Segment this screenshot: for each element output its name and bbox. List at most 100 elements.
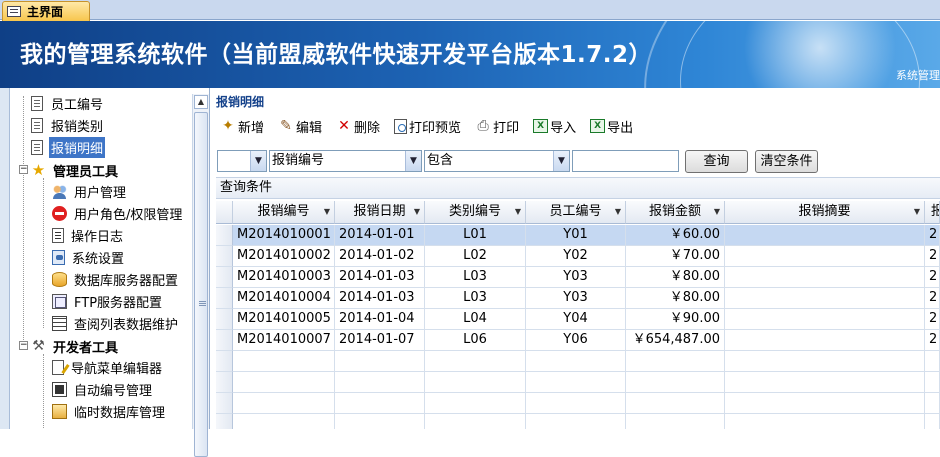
empty-cell[interactable]: [526, 372, 626, 393]
sidebar-scrollbar[interactable]: ▲: [192, 94, 209, 457]
table-cell[interactable]: 2: [925, 309, 940, 330]
empty-cell[interactable]: [725, 372, 925, 393]
navigation-pane-strip[interactable]: [0, 88, 10, 429]
row-selector[interactable]: [216, 393, 233, 414]
sidebar-item-ftp-config[interactable]: FTP服务器配置: [52, 291, 164, 311]
column-header[interactable]: 员工编号 ▼: [526, 201, 626, 224]
table-cell[interactable]: M2014010007: [233, 330, 335, 351]
row-selector[interactable]: [216, 309, 233, 330]
table-cell[interactable]: 2014-01-04: [335, 309, 425, 330]
empty-cell[interactable]: [233, 393, 335, 414]
logic-select[interactable]: ▼: [217, 150, 267, 172]
row-selector[interactable]: [216, 372, 233, 393]
table-cell[interactable]: [725, 330, 925, 351]
table-cell[interactable]: [725, 309, 925, 330]
column-header[interactable]: 类别编号 ▼: [425, 201, 526, 224]
dropdown-arrow-icon[interactable]: ▼: [515, 201, 521, 223]
dropdown-arrow-icon[interactable]: ▼: [414, 201, 420, 223]
empty-cell[interactable]: [626, 393, 725, 414]
table-cell[interactable]: M2014010002: [233, 246, 335, 267]
empty-cell[interactable]: [626, 414, 725, 429]
operator-select[interactable]: 包含 ▼: [424, 150, 570, 172]
empty-cell[interactable]: [526, 351, 626, 372]
table-cell[interactable]: ￥654,487.00: [626, 330, 725, 351]
table-cell[interactable]: L06: [425, 330, 526, 351]
table-cell[interactable]: L02: [425, 246, 526, 267]
table-cell[interactable]: L03: [425, 267, 526, 288]
row-selector[interactable]: [216, 351, 233, 372]
chevron-down-icon[interactable]: ▼: [405, 151, 421, 171]
table-cell[interactable]: 2014-01-03: [335, 288, 425, 309]
table-cell[interactable]: Y03: [526, 288, 626, 309]
sidebar-group-developer-tools[interactable]: ⚒ 开发者工具: [31, 336, 120, 356]
row-selector[interactable]: [216, 414, 233, 429]
new-button[interactable]: ✦ 新增: [216, 115, 268, 137]
empty-cell[interactable]: [925, 372, 940, 393]
column-header[interactable]: 报: [925, 201, 940, 224]
sidebar-item-operation-log[interactable]: 操作日志: [52, 225, 125, 245]
keyword-input[interactable]: [572, 150, 679, 172]
print-preview-button[interactable]: 打印预览: [390, 115, 465, 137]
table-cell[interactable]: 2014-01-07: [335, 330, 425, 351]
column-header[interactable]: 报销金额 ▼: [626, 201, 725, 224]
row-selector[interactable]: [216, 330, 233, 351]
dropdown-arrow-icon[interactable]: ▼: [324, 201, 330, 223]
empty-cell[interactable]: [725, 414, 925, 429]
table-cell[interactable]: 2014-01-03: [335, 267, 425, 288]
empty-cell[interactable]: [725, 351, 925, 372]
empty-cell[interactable]: [425, 393, 526, 414]
table-cell[interactable]: Y03: [526, 267, 626, 288]
table-cell[interactable]: M2014010001: [233, 225, 335, 246]
scroll-up-arrow-icon[interactable]: ▲: [194, 95, 208, 109]
clear-conditions-button[interactable]: 清空条件: [755, 150, 818, 173]
table-cell[interactable]: 2: [925, 330, 940, 351]
table-cell[interactable]: Y04: [526, 309, 626, 330]
empty-cell[interactable]: [335, 351, 425, 372]
sidebar-item-lookup-data[interactable]: 查阅列表数据维护: [52, 313, 180, 333]
empty-cell[interactable]: [233, 351, 335, 372]
table-cell[interactable]: 2: [925, 246, 940, 267]
table-cell[interactable]: 2: [925, 288, 940, 309]
sidebar-item-nav-menu-editor[interactable]: 导航菜单编辑器: [52, 357, 164, 377]
table-cell[interactable]: L01: [425, 225, 526, 246]
table-cell[interactable]: M2014010005: [233, 309, 335, 330]
table-cell[interactable]: ￥60.00: [626, 225, 725, 246]
empty-cell[interactable]: [526, 414, 626, 429]
row-selector-header[interactable]: [216, 201, 233, 224]
empty-cell[interactable]: [233, 414, 335, 429]
table-cell[interactable]: [725, 225, 925, 246]
table-cell[interactable]: ￥90.00: [626, 309, 725, 330]
empty-cell[interactable]: [725, 393, 925, 414]
sidebar-item-role-permissions[interactable]: 用户角色/权限管理: [52, 203, 184, 223]
sidebar-item-temp-database[interactable]: 临时数据库管理: [52, 401, 167, 421]
dropdown-arrow-icon[interactable]: ▼: [914, 201, 920, 223]
row-selector[interactable]: [216, 246, 233, 267]
table-cell[interactable]: L04: [425, 309, 526, 330]
row-selector[interactable]: [216, 267, 233, 288]
table-cell[interactable]: [725, 267, 925, 288]
table-cell[interactable]: 2014-01-01: [335, 225, 425, 246]
row-selector[interactable]: [216, 225, 233, 246]
sidebar-item-system-settings[interactable]: 系统设置: [52, 247, 126, 267]
empty-cell[interactable]: [526, 393, 626, 414]
table-cell[interactable]: ￥70.00: [626, 246, 725, 267]
table-cell[interactable]: [725, 246, 925, 267]
empty-cell[interactable]: [335, 372, 425, 393]
empty-cell[interactable]: [925, 351, 940, 372]
sidebar-item-database-config[interactable]: 数据库服务器配置: [52, 269, 180, 289]
table-cell[interactable]: [725, 288, 925, 309]
table-cell[interactable]: L03: [425, 288, 526, 309]
import-button[interactable]: X 导入: [529, 115, 580, 137]
empty-cell[interactable]: [626, 372, 725, 393]
table-cell[interactable]: Y01: [526, 225, 626, 246]
column-header[interactable]: 报销摘要 ▼: [725, 201, 925, 224]
table-cell[interactable]: Y06: [526, 330, 626, 351]
empty-cell[interactable]: [425, 351, 526, 372]
scroll-thumb[interactable]: [194, 112, 208, 457]
table-cell[interactable]: 2: [925, 225, 940, 246]
sidebar-item-employee-id[interactable]: 员工编号: [30, 93, 105, 113]
collapse-toggle[interactable]: −: [19, 165, 28, 174]
chevron-down-icon[interactable]: ▼: [553, 151, 569, 171]
empty-cell[interactable]: [335, 393, 425, 414]
table-cell[interactable]: M2014010003: [233, 267, 335, 288]
